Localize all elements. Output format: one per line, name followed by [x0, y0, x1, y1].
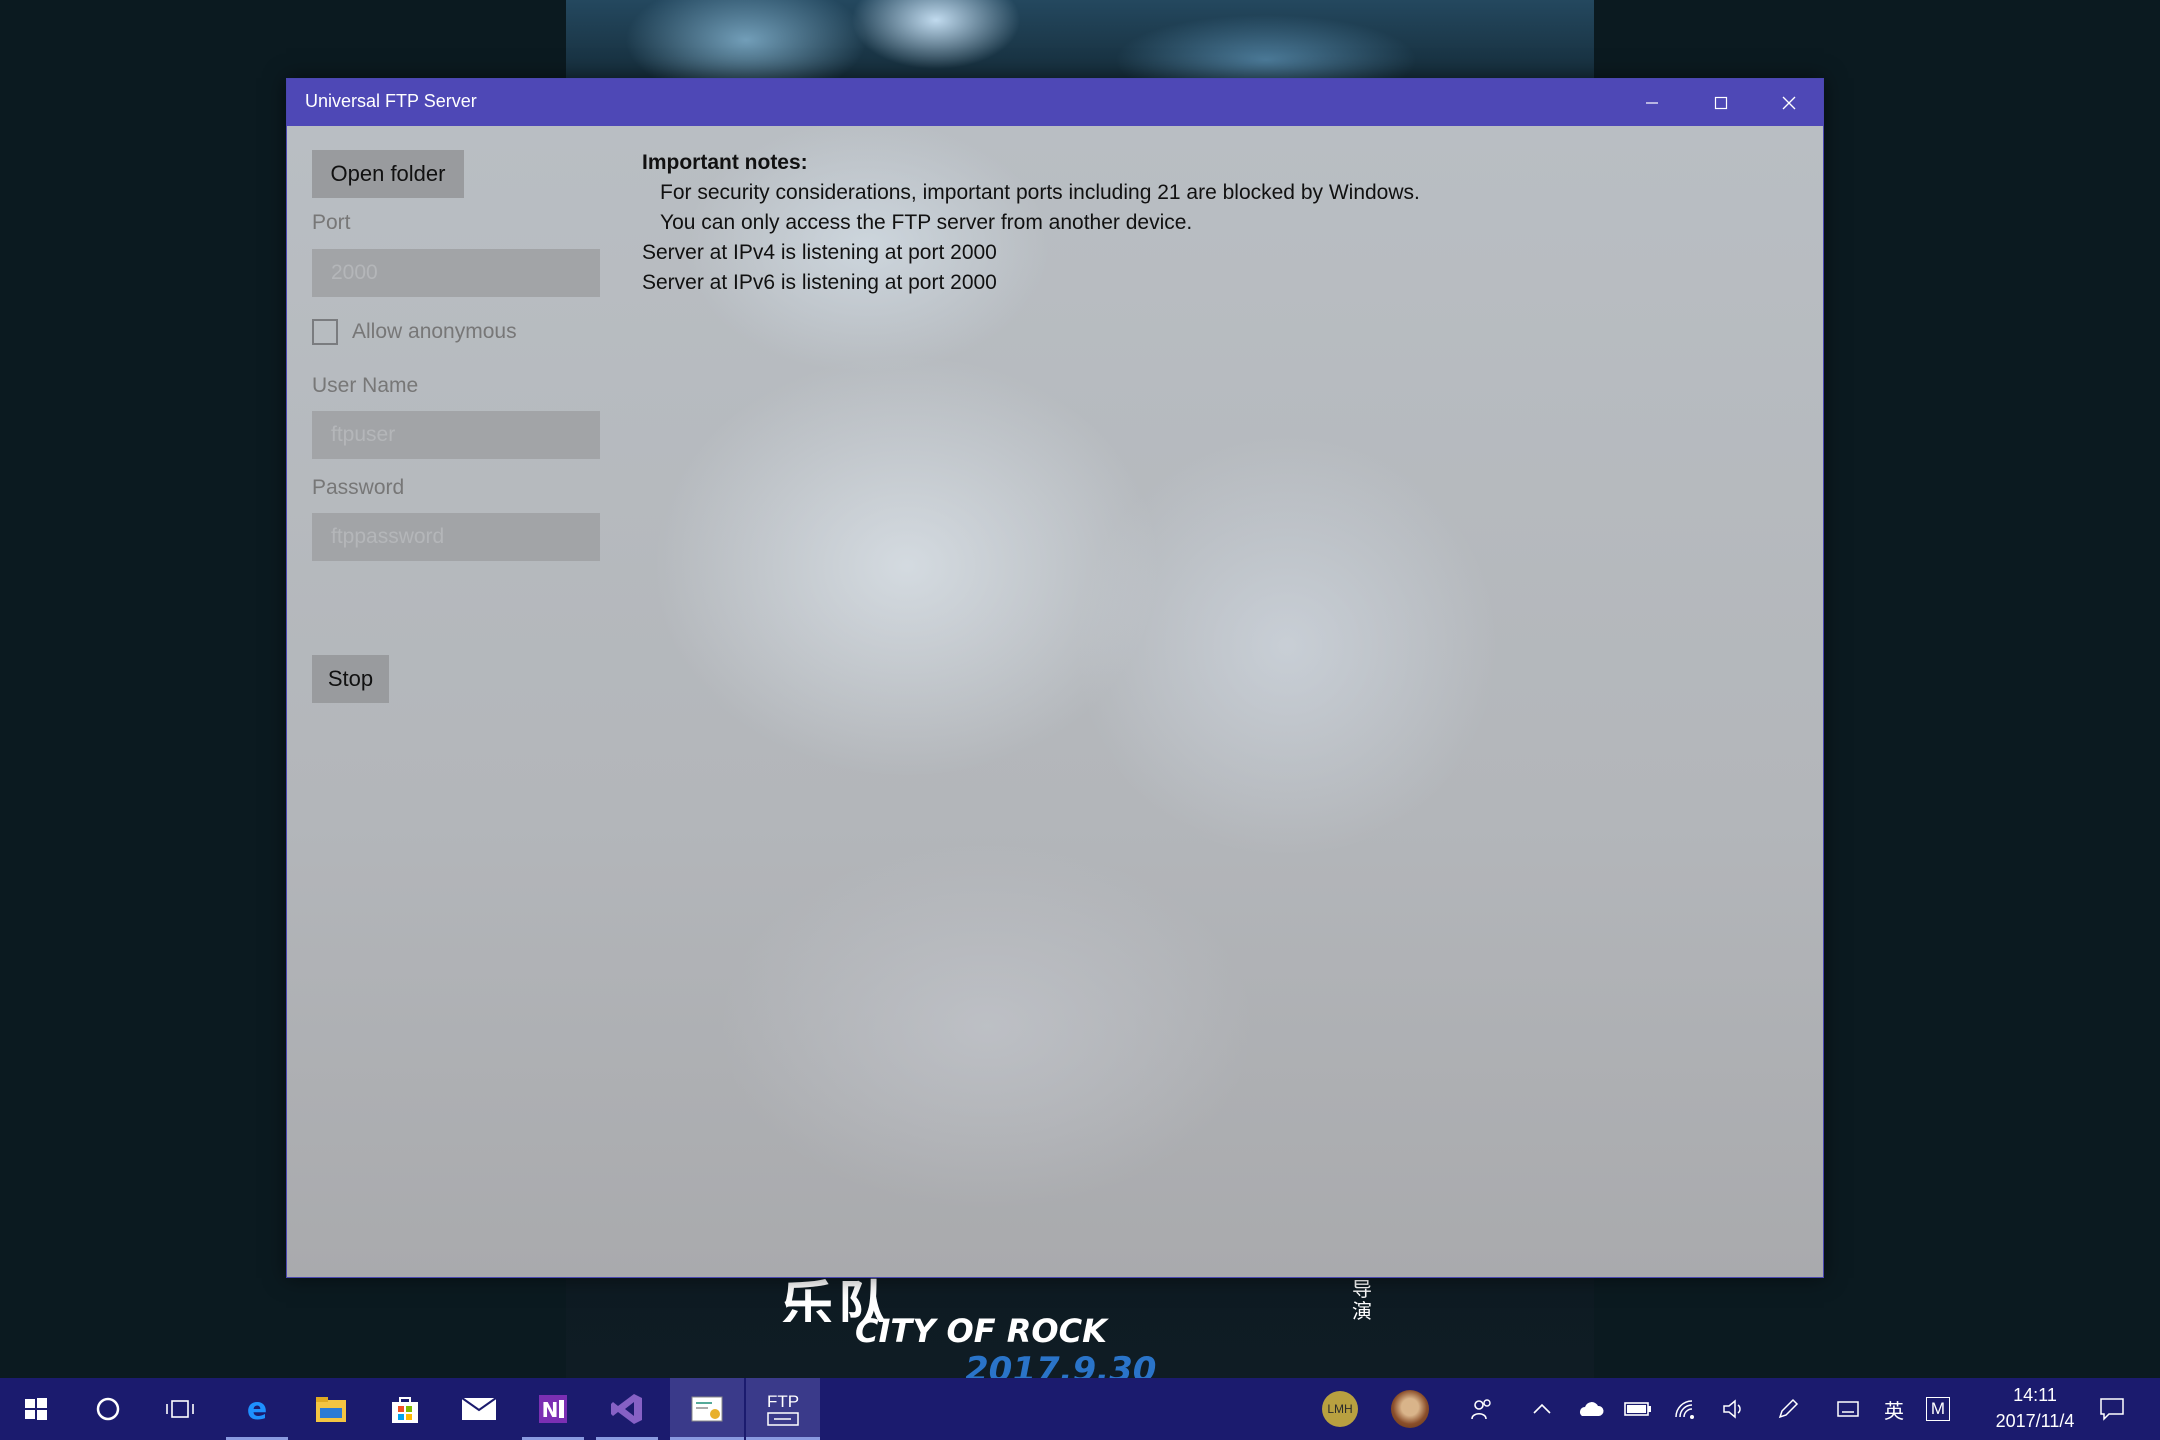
tray-onedrive[interactable] [1570, 1378, 1610, 1440]
clock[interactable]: 14:11 2017/11/4 [1980, 1382, 2090, 1434]
window-title: Universal FTP Server [305, 91, 477, 111]
touch-keyboard-icon [1837, 1401, 1859, 1417]
port-placeholder: 2000 [331, 261, 378, 284]
stop-button[interactable]: Stop [312, 655, 389, 703]
tray-avatar-photo[interactable] [1388, 1378, 1432, 1440]
username-input[interactable]: ftpuser [312, 411, 600, 459]
tray-volume[interactable] [1714, 1378, 1754, 1440]
app-window: Universal FTP Server Open folder Port 20… [286, 78, 1824, 1278]
ftp-app-label: FTP [766, 1392, 800, 1411]
svg-text:e: e [247, 1392, 267, 1426]
onenote-icon: N [539, 1395, 567, 1423]
maximize-icon [1714, 96, 1728, 109]
tray-people-button[interactable] [1462, 1378, 1502, 1440]
poster-director: 导演 [1352, 1277, 1372, 1323]
start-button[interactable] [10, 1378, 62, 1440]
tray-overflow-button[interactable] [1522, 1378, 1562, 1440]
tray-avatar-lmh[interactable]: LMH [1318, 1378, 1362, 1440]
open-folder-button[interactable]: Open folder [312, 150, 464, 198]
password-input[interactable]: ftppassword [312, 513, 600, 561]
edge-icon: e [247, 1392, 267, 1426]
onedrive-icon [1580, 1402, 1604, 1416]
chevron-up-icon [1533, 1403, 1551, 1414]
visual-studio-icon [611, 1394, 642, 1424]
log-note: For security considerations, important p… [660, 181, 1420, 204]
cortana-icon [96, 1397, 120, 1421]
mail-icon [461, 1397, 497, 1420]
taskbar-edge[interactable]: e [226, 1378, 288, 1440]
username-label: User Name [312, 374, 419, 397]
ime-mode-label: M [1930, 1399, 1946, 1418]
avatar [1391, 1390, 1429, 1428]
tray-keyboard[interactable] [1828, 1378, 1868, 1440]
taskbar-visual-studio[interactable] [596, 1378, 658, 1440]
username-placeholder: ftpuser [331, 423, 396, 446]
start-icon [25, 1398, 47, 1420]
log-output: Important notes: For security considerat… [642, 148, 1420, 298]
svg-text:N: N [542, 1398, 559, 1422]
taskbar: e N FTP LMH 英 M 14:11 2017/11/4 [0, 1378, 2160, 1440]
ime-mode-badge: M [1926, 1397, 1950, 1421]
title-bar[interactable]: Universal FTP Server [287, 79, 1823, 126]
taskbar-store[interactable] [374, 1378, 436, 1440]
tray-wifi[interactable] [1666, 1378, 1706, 1440]
tray-battery[interactable] [1618, 1378, 1658, 1440]
task-view-icon [166, 1400, 194, 1418]
minimize-icon [1646, 101, 1658, 104]
cortana-button[interactable] [82, 1378, 134, 1440]
wifi-icon [1675, 1400, 1694, 1419]
tray-pen[interactable] [1768, 1378, 1808, 1440]
log-note: You can only access the FTP server from … [660, 211, 1193, 234]
avatar-initials: LMH [1327, 1402, 1353, 1416]
password-label: Password [312, 476, 405, 499]
window-client-area: Open folder Port 2000 Allow anonymous Us… [287, 126, 1823, 1277]
tray-ime-language[interactable]: 英 [1874, 1378, 1914, 1440]
taskbar-file-explorer[interactable] [300, 1378, 362, 1440]
log-line: Server at IPv4 is listening at port 2000 [642, 241, 997, 264]
taskbar-ftp-app[interactable]: FTP [746, 1378, 820, 1440]
file-explorer-icon [316, 1397, 346, 1422]
log-heading: Important notes: [642, 151, 808, 174]
maximize-button[interactable] [1687, 79, 1755, 126]
battery-icon [1624, 1402, 1651, 1416]
clock-date: 2017/11/4 [1995, 1411, 2075, 1431]
password-placeholder: ftppassword [331, 525, 445, 548]
port-label: Port [312, 211, 351, 234]
avatar: LMH [1322, 1391, 1358, 1427]
taskbar-mail[interactable] [448, 1378, 510, 1440]
close-button[interactable] [1755, 79, 1823, 126]
task-view-button[interactable] [154, 1378, 206, 1440]
store-icon [392, 1397, 418, 1423]
poster-title-en: CITY OF ROCK [855, 1312, 1107, 1350]
ftp-app-icon [767, 1412, 799, 1426]
tray-ime-mode[interactable]: M [1918, 1378, 1958, 1440]
close-icon [1782, 96, 1796, 109]
people-icon [1471, 1399, 1491, 1420]
taskbar-certificate-app[interactable] [670, 1378, 744, 1440]
minimize-button[interactable] [1618, 79, 1686, 126]
allow-anonymous-row[interactable]: Allow anonymous [312, 316, 517, 348]
clock-time: 14:11 [2013, 1385, 2057, 1405]
port-input[interactable]: 2000 [312, 249, 600, 297]
notification-icon [2100, 1398, 2124, 1421]
allow-anonymous-checkbox[interactable] [312, 319, 338, 345]
volume-icon [1723, 1399, 1741, 1419]
taskbar-onenote[interactable]: N [522, 1378, 584, 1440]
allow-anonymous-label: Allow anonymous [352, 320, 517, 343]
certificate-app-icon [691, 1396, 723, 1422]
log-line: Server at IPv6 is listening at port 2000 [642, 271, 997, 294]
action-center-button[interactable] [2092, 1378, 2132, 1440]
pen-icon [1778, 1398, 1799, 1419]
